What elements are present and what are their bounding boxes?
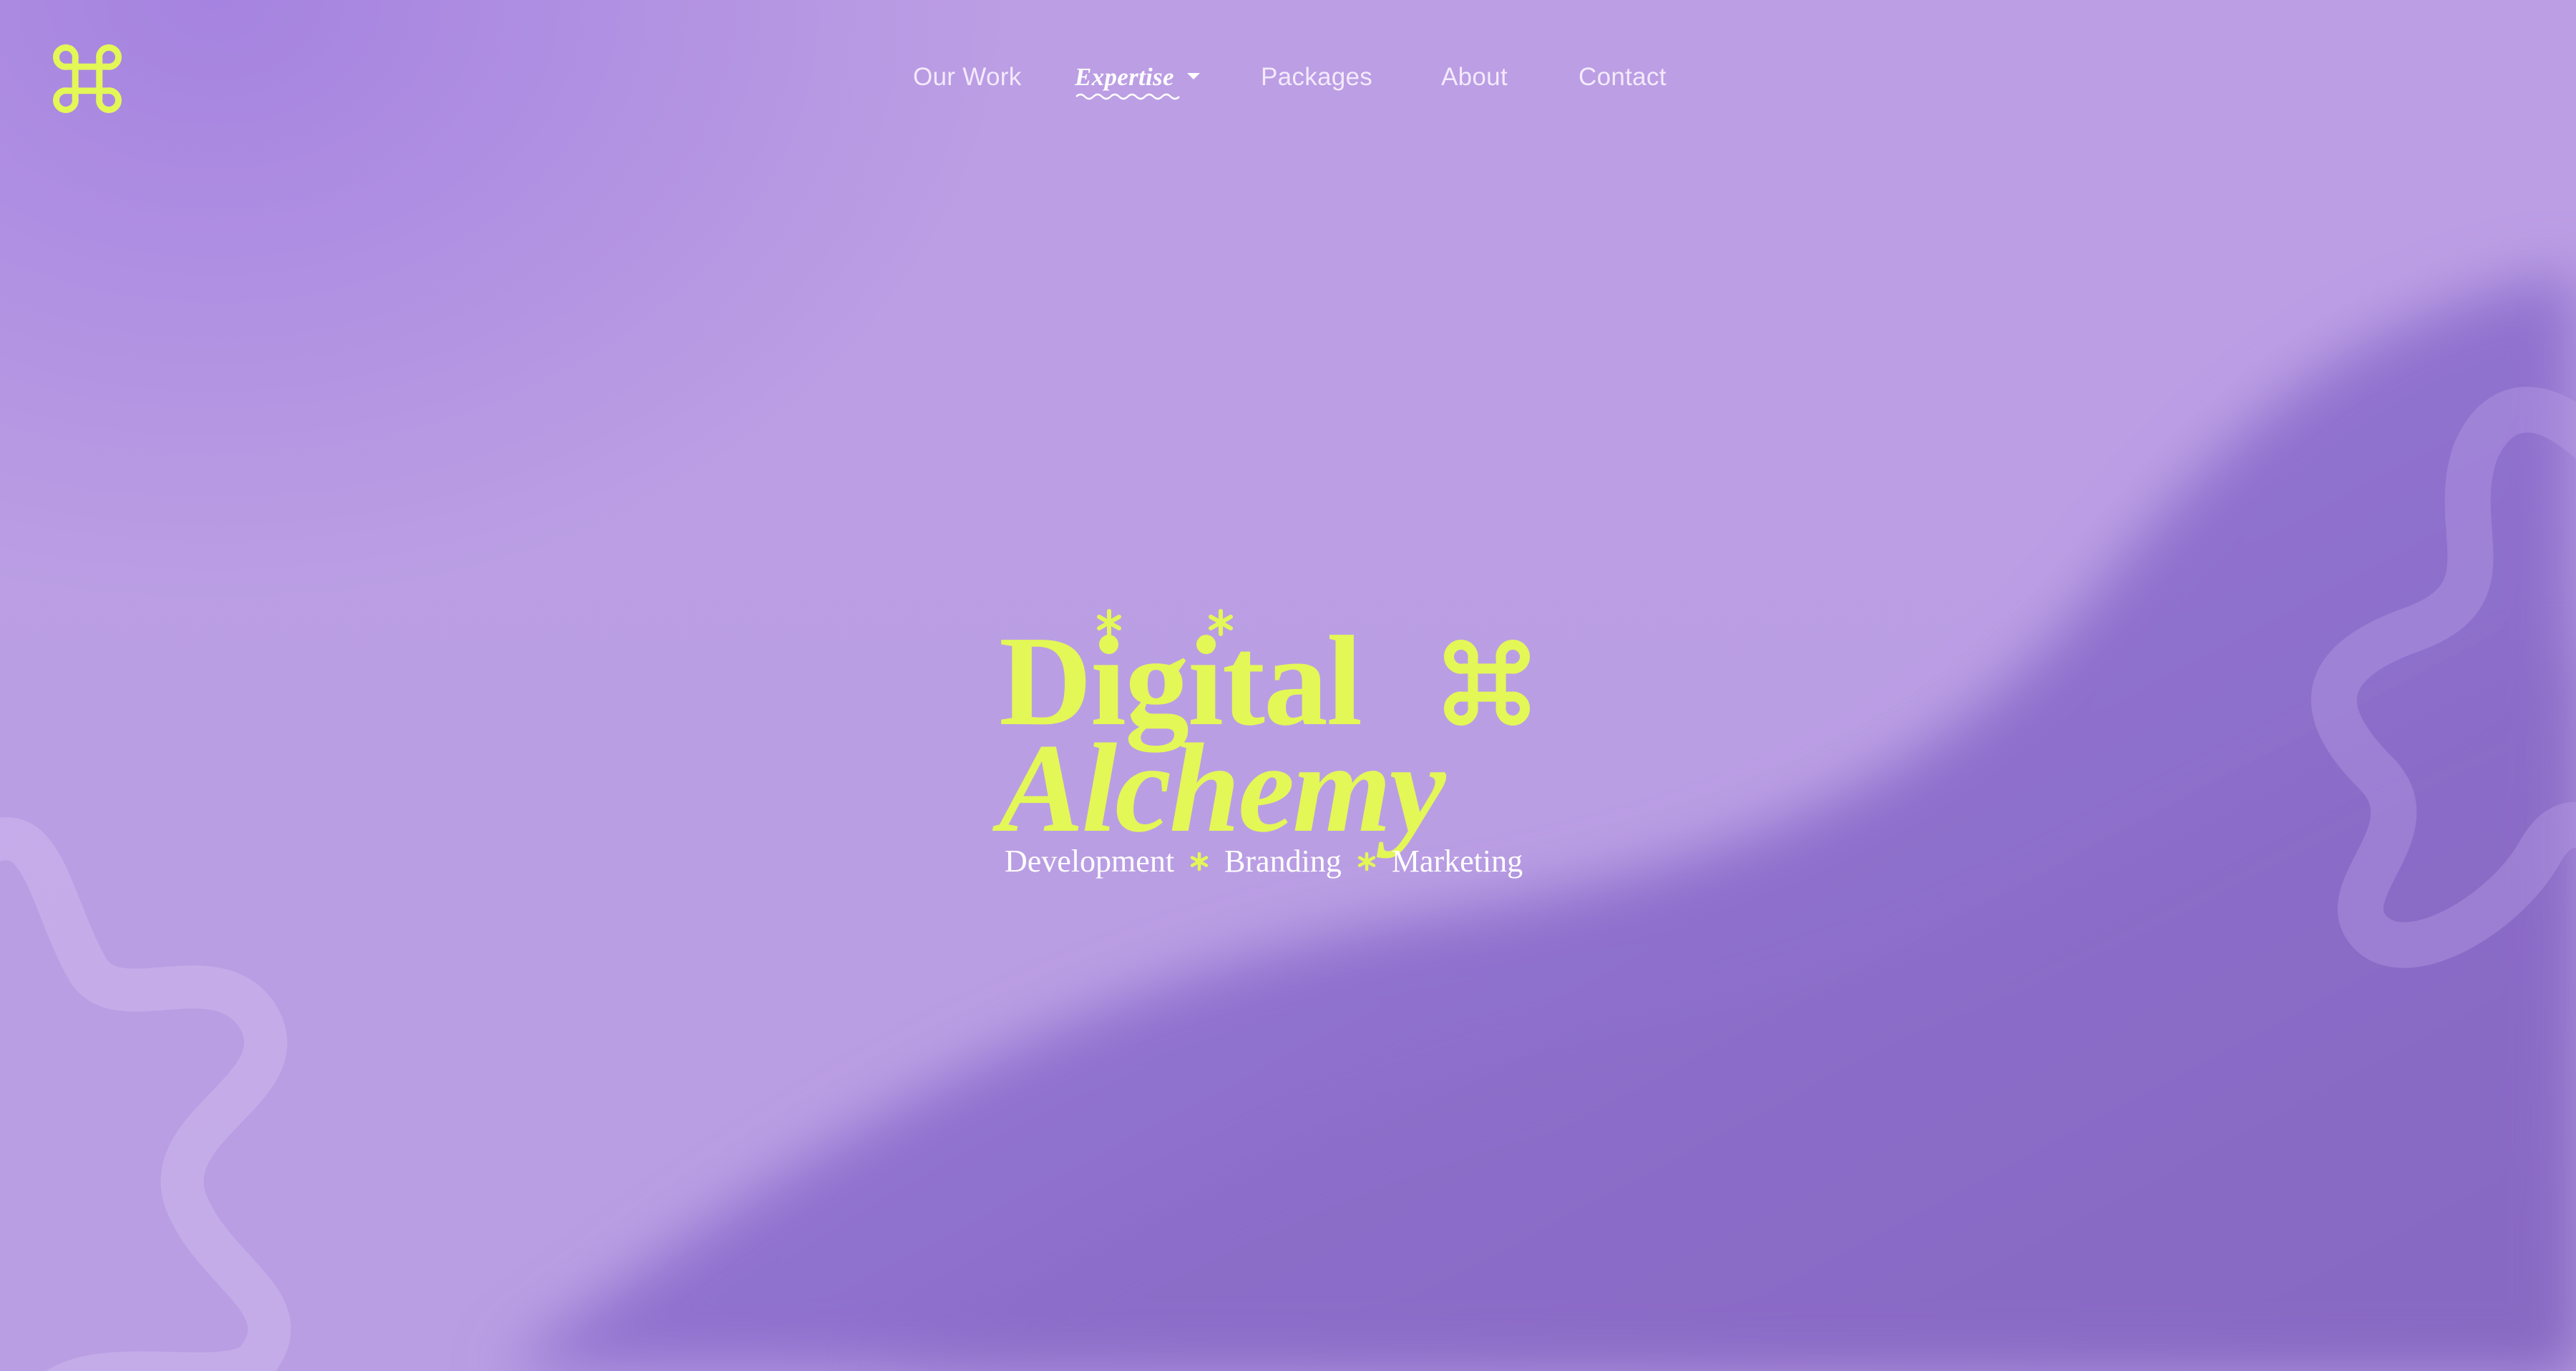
nav-item-our-work[interactable]: Our Work <box>913 63 1022 92</box>
nav-item-expertise-label: Expertise <box>1075 63 1174 91</box>
sparkle-icon <box>1209 609 1233 636</box>
left-squiggle-decoration <box>0 817 291 1371</box>
nav-item-expertise[interactable]: Expertise <box>1075 63 1200 100</box>
nav-item-about[interactable]: About <box>1441 63 1508 92</box>
tagline-branding: Branding <box>1224 844 1342 879</box>
main-nav: Our Work Expertise Packages About Contac… <box>0 63 2576 100</box>
hero-title-line-2: Alchemy <box>999 717 1446 859</box>
right-squiggle-decoration <box>2311 386 2576 968</box>
squiggly-underline-decoration <box>1075 93 1180 100</box>
nav-item-contact[interactable]: Contact <box>1579 63 1667 92</box>
hero-tagline: Development Branding Marketing <box>1005 843 1523 879</box>
nav-item-packages[interactable]: Packages <box>1261 63 1372 92</box>
tagline-marketing: Marketing <box>1391 844 1523 879</box>
chevron-down-icon <box>1186 73 1200 80</box>
sparkle-icon <box>1097 609 1121 636</box>
command-key-icon <box>1444 640 1530 726</box>
tagline-development: Development <box>1005 844 1175 879</box>
hero-wordmark: Digital Alchemy Development Branding Mar… <box>999 609 1586 889</box>
asterisk-icon <box>1190 852 1209 871</box>
asterisk-icon <box>1357 852 1376 871</box>
